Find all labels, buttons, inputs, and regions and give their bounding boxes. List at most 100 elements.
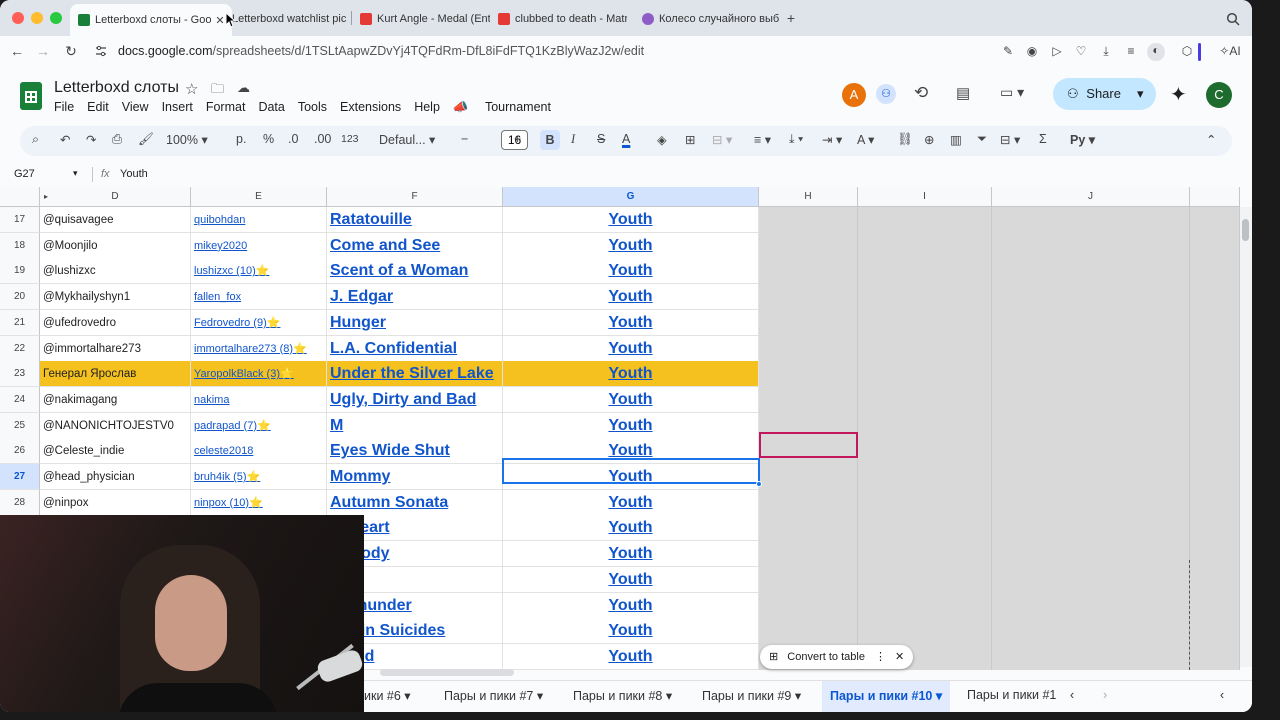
- column-header-f[interactable]: F: [327, 187, 503, 207]
- cell-letterboxd-link[interactable]: nakima: [191, 386, 327, 413]
- redo-icon[interactable]: ↷: [86, 132, 96, 147]
- close-window-button[interactable]: [12, 12, 24, 24]
- empty-cell[interactable]: [858, 489, 992, 516]
- cell-username[interactable]: @lushizxc: [40, 258, 191, 285]
- empty-cell[interactable]: [759, 566, 858, 593]
- cell-username[interactable]: @ninpox: [40, 489, 191, 516]
- selected-cell-g27[interactable]: [502, 458, 760, 484]
- comments-icon[interactable]: ▤: [956, 84, 970, 102]
- cell-film-title[interactable]: Autumn Sonata: [327, 489, 503, 516]
- column-header-i[interactable]: I: [858, 187, 992, 207]
- edit-icon[interactable]: ✎: [1000, 44, 1016, 58]
- empty-cell[interactable]: [1190, 566, 1240, 593]
- increase-decimal-button[interactable]: .00: [314, 132, 331, 146]
- empty-cell[interactable]: [1190, 207, 1240, 233]
- empty-cell[interactable]: [992, 618, 1190, 645]
- cell-pair-film[interactable]: Youth: [503, 515, 759, 542]
- back-arrow-icon[interactable]: ←: [8, 43, 26, 59]
- empty-cell[interactable]: [858, 515, 992, 542]
- cell-letterboxd-link[interactable]: bruh4ik (5)⭐: [191, 464, 327, 490]
- cell-film-title[interactable]: Ratatouille: [327, 207, 503, 233]
- row-number[interactable]: 25: [0, 412, 40, 439]
- sheet-tab-6[interactable]: ики #6 ▾: [364, 688, 411, 703]
- gemini-icon[interactable]: ✦: [1170, 82, 1187, 107]
- cell-film-title[interactable]: L.A. Confidential: [327, 335, 503, 362]
- star-icon[interactable]: ☆: [185, 80, 198, 98]
- percent-format-button[interactable]: %: [263, 132, 274, 146]
- row-number[interactable]: 28: [0, 489, 40, 516]
- heart-icon[interactable]: ♡: [1073, 44, 1089, 58]
- empty-cell[interactable]: [858, 361, 992, 388]
- zoom-window-button[interactable]: [50, 12, 62, 24]
- empty-cell[interactable]: [858, 412, 992, 439]
- insert-chart-icon[interactable]: ▥: [950, 132, 962, 147]
- document-title[interactable]: Letterboxd слоты: [54, 79, 179, 97]
- borders-icon[interactable]: ⊞: [685, 132, 695, 147]
- empty-cell[interactable]: [1190, 438, 1240, 465]
- select-all-corner[interactable]: [0, 187, 40, 207]
- empty-cell[interactable]: [858, 541, 992, 568]
- row-number[interactable]: 27: [0, 464, 40, 490]
- browser-tab-sheets[interactable]: Letterboxd слоты - Goog ✕: [70, 4, 232, 36]
- column-header-g[interactable]: G: [503, 187, 759, 207]
- menu-view[interactable]: View: [122, 100, 149, 116]
- cell-pair-film[interactable]: Youth: [503, 361, 759, 388]
- cell-pair-film[interactable]: Youth: [503, 566, 759, 593]
- cell-letterboxd-link[interactable]: quibohdan: [191, 207, 327, 233]
- row-number[interactable]: 24: [0, 386, 40, 413]
- currency-format-button[interactable]: р.: [236, 132, 246, 146]
- menu-data[interactable]: Data: [258, 100, 284, 116]
- horizontal-scroll-thumb[interactable]: [380, 669, 514, 676]
- menu-format[interactable]: Format: [206, 100, 246, 116]
- ai-button[interactable]: ✧AI: [1216, 44, 1244, 58]
- reading-list-icon[interactable]: ≡: [1123, 44, 1139, 58]
- empty-cell[interactable]: [992, 232, 1190, 259]
- cell-username[interactable]: @nakimagang: [40, 386, 191, 413]
- extensions-icon[interactable]: ⬡: [1179, 44, 1195, 58]
- empty-cell[interactable]: [992, 438, 1190, 465]
- cell-film-title[interactable]: J. Edgar: [327, 284, 503, 311]
- cell-username[interactable]: @Celeste_indie: [40, 438, 191, 465]
- empty-cell[interactable]: [992, 258, 1190, 285]
- empty-cell[interactable]: [992, 643, 1190, 670]
- search-menus-icon[interactable]: ⌕: [32, 132, 39, 147]
- column-header-h[interactable]: H: [759, 187, 858, 207]
- empty-cell[interactable]: [858, 335, 992, 362]
- cell-pair-film[interactable]: Youth: [503, 489, 759, 516]
- cell-pair-film[interactable]: Youth: [503, 386, 759, 413]
- empty-cell[interactable]: [858, 309, 992, 336]
- text-color-button[interactable]: A: [622, 132, 630, 146]
- empty-cell[interactable]: [759, 489, 858, 516]
- empty-cell[interactable]: [858, 438, 992, 465]
- download-icon[interactable]: ⤓: [1098, 44, 1114, 59]
- cell-film-title[interactable]: Ugly, Dirty and Bad: [327, 386, 503, 413]
- menu-tournament[interactable]: 📣 Tournament: [453, 100, 564, 116]
- cell-username[interactable]: @Moonjilo: [40, 232, 191, 259]
- cell-letterboxd-link[interactable]: lushizxc (10)⭐: [191, 258, 327, 285]
- cell-pair-film[interactable]: Youth: [503, 541, 759, 568]
- row-number[interactable]: 23: [0, 361, 40, 388]
- filter-views-icon[interactable]: ⊟ ▾: [1000, 132, 1020, 147]
- more-options-icon[interactable]: ⋮: [875, 645, 886, 669]
- cell-username[interactable]: Генерал Ярослав: [40, 361, 191, 388]
- share-button[interactable]: ⚇ Share ▾: [1053, 78, 1156, 110]
- send-icon[interactable]: ▷: [1049, 44, 1065, 58]
- empty-cell[interactable]: [1190, 592, 1240, 619]
- font-select[interactable]: Defaul... ▾: [379, 132, 435, 147]
- cell-letterboxd-link[interactable]: Fedrovedro (9)⭐: [191, 309, 327, 336]
- merge-cells-icon[interactable]: ⊟ ▾: [712, 132, 732, 147]
- empty-cell[interactable]: [992, 361, 1190, 388]
- cell-pair-film[interactable]: Youth: [503, 335, 759, 362]
- row-number[interactable]: 18: [0, 232, 40, 259]
- name-box[interactable]: G27: [14, 168, 35, 180]
- empty-cell[interactable]: [858, 618, 992, 645]
- zoom-select[interactable]: 100% ▾: [166, 132, 208, 147]
- empty-cell[interactable]: [759, 541, 858, 568]
- empty-cell[interactable]: [759, 232, 858, 259]
- empty-cell[interactable]: [992, 489, 1190, 516]
- empty-cell[interactable]: [992, 335, 1190, 362]
- avatar-c[interactable]: C: [1206, 82, 1232, 108]
- empty-cell[interactable]: [992, 386, 1190, 413]
- minimize-window-button[interactable]: [31, 12, 43, 24]
- empty-cell[interactable]: [1190, 361, 1240, 388]
